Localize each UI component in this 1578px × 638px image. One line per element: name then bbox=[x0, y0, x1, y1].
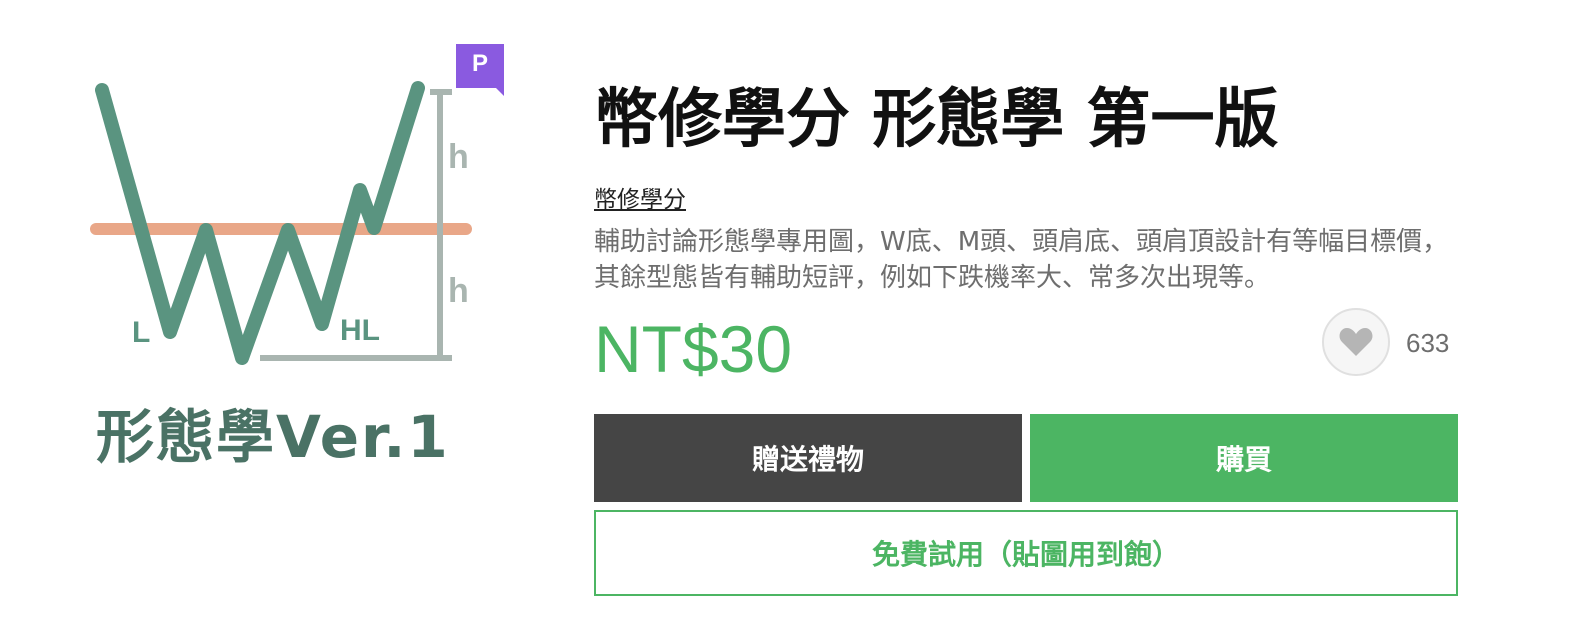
gift-button[interactable]: 贈送禮物 bbox=[594, 414, 1022, 502]
price: NT$30 bbox=[594, 312, 793, 386]
sticker-thumbnail: L HL h h 形態學Ver.1 P bbox=[60, 40, 510, 480]
like-button[interactable] bbox=[1322, 308, 1390, 376]
product-title: 幣修學分 形態學 第一版 bbox=[594, 83, 1279, 157]
price-row: NT$30 633 bbox=[594, 308, 1460, 400]
label-higher-low: HL bbox=[340, 314, 380, 347]
heart-icon bbox=[1339, 328, 1373, 356]
author-link[interactable]: 幣修學分 bbox=[594, 180, 686, 214]
label-height-bottom: h bbox=[448, 272, 469, 310]
buy-button[interactable]: 購買 bbox=[1030, 414, 1458, 502]
like-count: 633 bbox=[1406, 328, 1450, 358]
product-info: 幣修學分 形態學 第一版 幣修學分 輔助討論形態學專用圖，W底、M頭、頭肩底、頭… bbox=[594, 80, 1460, 596]
premium-badge-icon: P bbox=[456, 44, 504, 96]
logo-text: 形態學Ver.1 bbox=[96, 403, 450, 471]
action-buttons: 贈送禮物 購買 bbox=[594, 414, 1460, 502]
free-trial-button[interactable]: 免費試用（貼圖用到飽） bbox=[594, 510, 1458, 596]
premium-badge-label: P bbox=[471, 50, 488, 77]
product-description: 輔助討論形態學專用圖，W底、M頭、頭肩底、頭肩頂設計有等幅目標價，其餘型態皆有輔… bbox=[594, 227, 1449, 293]
label-low: L bbox=[132, 316, 150, 349]
label-height-top: h bbox=[448, 138, 469, 176]
